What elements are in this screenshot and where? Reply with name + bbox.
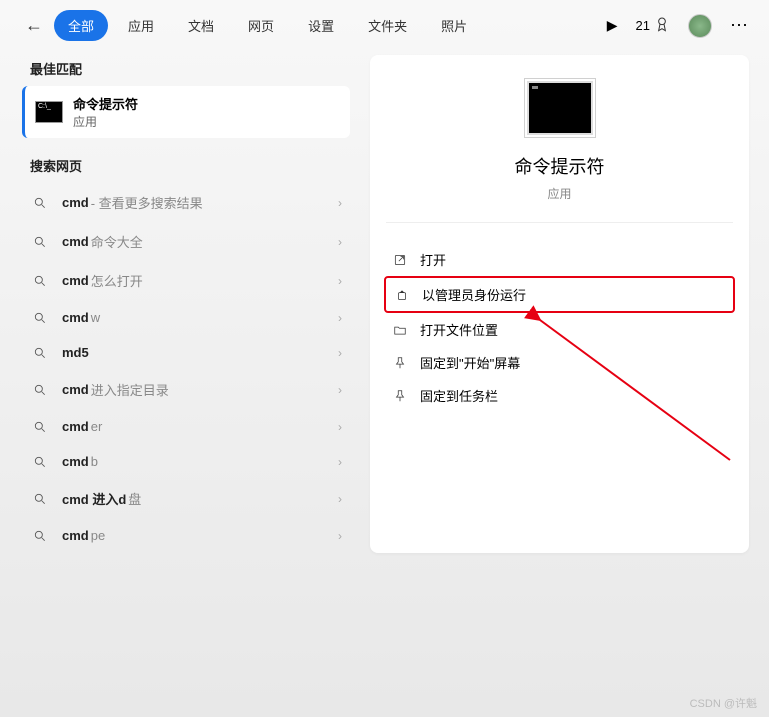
best-match-item[interactable]: 命令提示符 应用 [22, 86, 350, 138]
suggestion-label: cmd [62, 273, 89, 288]
pin-icon [392, 389, 408, 403]
suggestion-label: cmd 进入d [62, 489, 126, 508]
action-pin[interactable]: 固定到任务栏 [384, 379, 735, 412]
chevron-right-icon: › [338, 529, 342, 543]
tab-3[interactable]: 网页 [234, 10, 288, 41]
suggestion-2[interactable]: cmd怎么打开 › [20, 261, 350, 300]
suggestion-0[interactable]: cmd - 查看更多搜索结果 › [20, 183, 350, 222]
preview-panel: 命令提示符 应用 打开 以管理员身份运行 打开文件位置 固定到"开始"屏幕 固定… [370, 55, 749, 553]
tab-0[interactable]: 全部 [54, 10, 108, 41]
admin-icon [394, 288, 410, 302]
suggestion-8[interactable]: cmd 进入d盘 › [20, 479, 350, 518]
suggestion-label: cmd [62, 419, 89, 434]
action-folder[interactable]: 打开文件位置 [384, 313, 735, 346]
chevron-right-icon: › [338, 492, 342, 506]
chevron-right-icon: › [338, 455, 342, 469]
action-pin[interactable]: 固定到"开始"屏幕 [384, 346, 735, 379]
chevron-right-icon: › [338, 383, 342, 397]
chevron-right-icon: › [338, 235, 342, 249]
suggestion-7[interactable]: cmdb › [20, 444, 350, 479]
chevron-right-icon: › [338, 274, 342, 288]
suggestion-label: cmd [62, 454, 89, 469]
header-bar: ← 全部应用文档网页设置文件夹照片 ▶ 21 ⋯ [0, 0, 769, 51]
header-right: ▶ 21 ⋯ [607, 14, 749, 38]
action-label: 以管理员身份运行 [422, 285, 526, 304]
tab-4[interactable]: 设置 [294, 10, 348, 41]
best-match-header: 最佳匹配 [20, 51, 350, 86]
watermark: CSDN @许魁 [690, 695, 757, 711]
suggestion-1[interactable]: cmd命令大全 › [20, 222, 350, 261]
suggestion-6[interactable]: cmder › [20, 409, 350, 444]
suggestion-label: cmd [62, 234, 89, 249]
search-icon [32, 196, 48, 210]
chevron-right-icon: › [338, 311, 342, 325]
tab-1[interactable]: 应用 [114, 10, 168, 41]
preview-app-icon [527, 81, 593, 135]
back-button[interactable]: ← [20, 15, 48, 36]
pin-icon [392, 356, 408, 370]
search-icon [32, 311, 48, 325]
suggestion-label: cmd [62, 382, 89, 397]
search-icon [32, 274, 48, 288]
chevron-right-icon: › [338, 196, 342, 210]
suggestion-3[interactable]: cmdw › [20, 300, 350, 335]
action-admin[interactable]: 以管理员身份运行 [384, 276, 735, 313]
search-icon [32, 346, 48, 360]
results-panel: 最佳匹配 命令提示符 应用 搜索网页 cmd - 查看更多搜索结果 › cmd命… [20, 51, 350, 553]
search-icon [32, 420, 48, 434]
action-label: 固定到"开始"屏幕 [420, 353, 520, 372]
tab-6[interactable]: 照片 [427, 10, 481, 41]
best-match-subtitle: 应用 [73, 113, 138, 130]
more-icon[interactable]: ⋯ [730, 15, 749, 36]
suggestion-5[interactable]: cmd进入指定目录 › [20, 370, 350, 409]
preview-subtitle: 应用 [384, 185, 735, 202]
suggestion-9[interactable]: cmdpe › [20, 518, 350, 553]
chevron-right-icon: › [338, 420, 342, 434]
play-icon[interactable]: ▶ [607, 17, 618, 34]
search-icon [32, 492, 48, 506]
suggestion-label: cmd [62, 528, 89, 543]
suggestion-label: cmd [62, 310, 89, 325]
cmd-app-icon [35, 101, 63, 123]
preview-title: 命令提示符 [384, 153, 735, 179]
search-icon [32, 235, 48, 249]
best-match-title: 命令提示符 [73, 94, 138, 113]
tab-2[interactable]: 文档 [174, 10, 228, 41]
tab-5[interactable]: 文件夹 [354, 10, 421, 41]
open-icon [392, 253, 408, 267]
suggestion-4[interactable]: md5 › [20, 335, 350, 370]
action-label: 打开 [420, 250, 446, 269]
rewards-count[interactable]: 21 [636, 16, 670, 35]
search-web-header: 搜索网页 [20, 148, 350, 183]
action-label: 打开文件位置 [420, 320, 498, 339]
medal-icon [654, 16, 670, 35]
folder-icon [392, 323, 408, 337]
suggestion-label: cmd [62, 195, 89, 210]
user-avatar[interactable] [688, 14, 712, 38]
action-open[interactable]: 打开 [384, 243, 735, 276]
search-icon [32, 455, 48, 469]
action-label: 固定到任务栏 [420, 386, 498, 405]
chevron-right-icon: › [338, 346, 342, 360]
divider [386, 222, 733, 223]
search-icon [32, 383, 48, 397]
suggestion-label: md5 [62, 345, 89, 360]
search-icon [32, 529, 48, 543]
